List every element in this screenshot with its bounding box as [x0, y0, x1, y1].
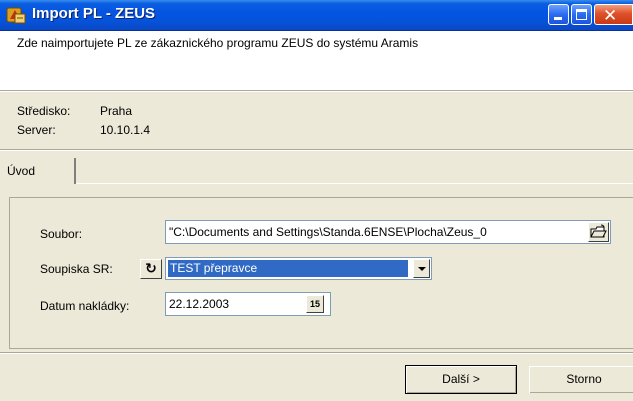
next-button[interactable]: Další > — [405, 365, 517, 394]
refresh-icon: ↻ — [145, 261, 157, 277]
zeus-app-icon — [6, 7, 26, 24]
cancel-button[interactable]: Storno — [528, 365, 633, 394]
info-separator — [0, 149, 633, 151]
header-separator — [0, 90, 633, 92]
footer-separator — [0, 352, 633, 354]
header-description-text: Zde naimportujete PL ze zákaznického pro… — [17, 36, 419, 50]
datum-field[interactable]: 22.12.2003 15 — [165, 292, 331, 316]
refresh-button[interactable]: ↻ — [140, 259, 162, 279]
stredisko-label: Středisko: — [17, 104, 71, 118]
soubor-field[interactable]: "C:\Documents and Settings\Standa.6ENSE\… — [165, 220, 611, 244]
soupiska-select[interactable]: TEST přepravce — [165, 257, 432, 280]
datum-field-value: 22.12.2003 — [169, 297, 230, 311]
calendar-icon: 15 — [309, 299, 320, 309]
tab-uvod[interactable]: Úvod — [1, 158, 76, 184]
open-folder-icon — [590, 224, 607, 238]
server-value: 10.10.1.4 — [100, 123, 151, 137]
title-bar[interactable]: Import PL - ZEUS ✕ — [0, 0, 633, 31]
tab-uvod-label: Úvod — [7, 164, 36, 178]
soupiska-select-value: TEST přepravce — [168, 260, 408, 277]
chevron-down-icon[interactable] — [413, 259, 430, 278]
soupiska-label: Soupiska SR: — [40, 262, 113, 276]
import-dialog: Import PL - ZEUS ✕ Zde naimportujete PL … — [0, 0, 633, 401]
maximize-button[interactable] — [571, 4, 592, 25]
tab-strip-line — [76, 183, 633, 184]
browse-button[interactable] — [588, 222, 609, 242]
window-title: Import PL - ZEUS — [32, 5, 156, 22]
stredisko-value: Praha — [100, 104, 133, 118]
soubor-label: Soubor: — [40, 227, 83, 241]
minimize-button[interactable] — [548, 4, 569, 25]
close-icon: ✕ — [603, 6, 618, 26]
datum-label: Datum nakládky: — [40, 299, 130, 313]
soubor-field-value: "C:\Documents and Settings\Standa.6ENSE\… — [169, 225, 487, 239]
calendar-button[interactable]: 15 — [306, 295, 324, 313]
close-button[interactable]: ✕ — [594, 4, 633, 26]
server-label: Server: — [17, 123, 56, 137]
